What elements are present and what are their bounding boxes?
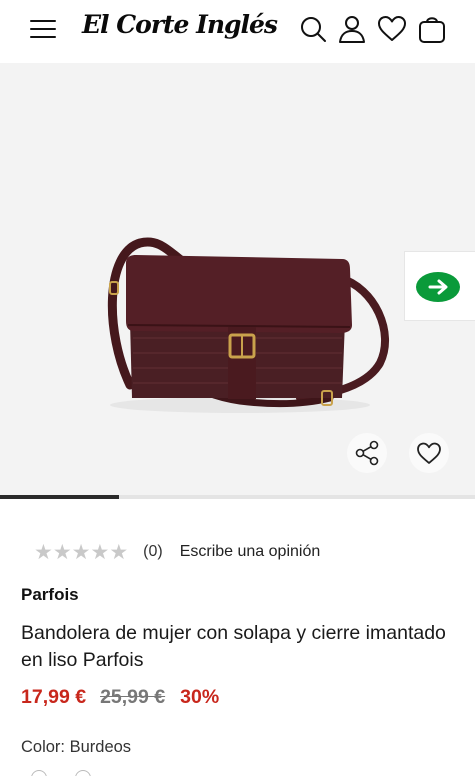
rating-stars[interactable]: ★ ★ ★ ★ ★ [34, 542, 128, 563]
heart-outline-icon [417, 442, 441, 464]
star-icon: ★ [109, 540, 129, 564]
share-icon [355, 440, 379, 466]
gallery-progress-bar [0, 495, 475, 499]
star-icon: ★ [90, 540, 110, 564]
star-icon: ★ [34, 540, 53, 564]
star-icon: ★ [71, 540, 91, 564]
gallery-progress-fill [0, 495, 119, 499]
price-current: 17,99 € [21, 686, 87, 708]
product-title: Bandolera de mujer con solapa y cierre i… [21, 622, 446, 671]
star-icon: ★ [52, 540, 72, 564]
write-review-link[interactable]: Escribe una opinión [180, 543, 321, 561]
color-swatch[interactable] [75, 770, 91, 776]
chat-assistant-button[interactable] [404, 251, 475, 321]
product-gallery[interactable] [0, 63, 475, 499]
product-brand[interactable]: Parfois [21, 585, 79, 605]
heart-icon[interactable] [377, 14, 407, 44]
rating-count: (0) [143, 543, 163, 560]
price-row: 17,99 € 25,99 € 30% [21, 686, 219, 709]
bag-icon[interactable] [417, 14, 447, 44]
user-icon[interactable] [337, 14, 367, 44]
discount-badge: 30% [180, 686, 220, 708]
share-button[interactable] [347, 433, 387, 473]
chat-icon [416, 272, 460, 302]
store-logo[interactable]: El Corte Inglés [82, 10, 278, 39]
color-swatch[interactable] [31, 770, 47, 776]
top-header: El Corte Inglés [0, 0, 475, 62]
color-label: Color: Burdeos [21, 738, 132, 756]
rating-row: ★ ★ ★ ★ ★ (0) Escribe una opinión [34, 540, 320, 564]
price-original: 25,99 € [100, 686, 166, 708]
menu-icon[interactable] [30, 18, 56, 40]
search-icon[interactable] [298, 14, 328, 44]
add-to-wishlist-button[interactable] [409, 433, 449, 473]
